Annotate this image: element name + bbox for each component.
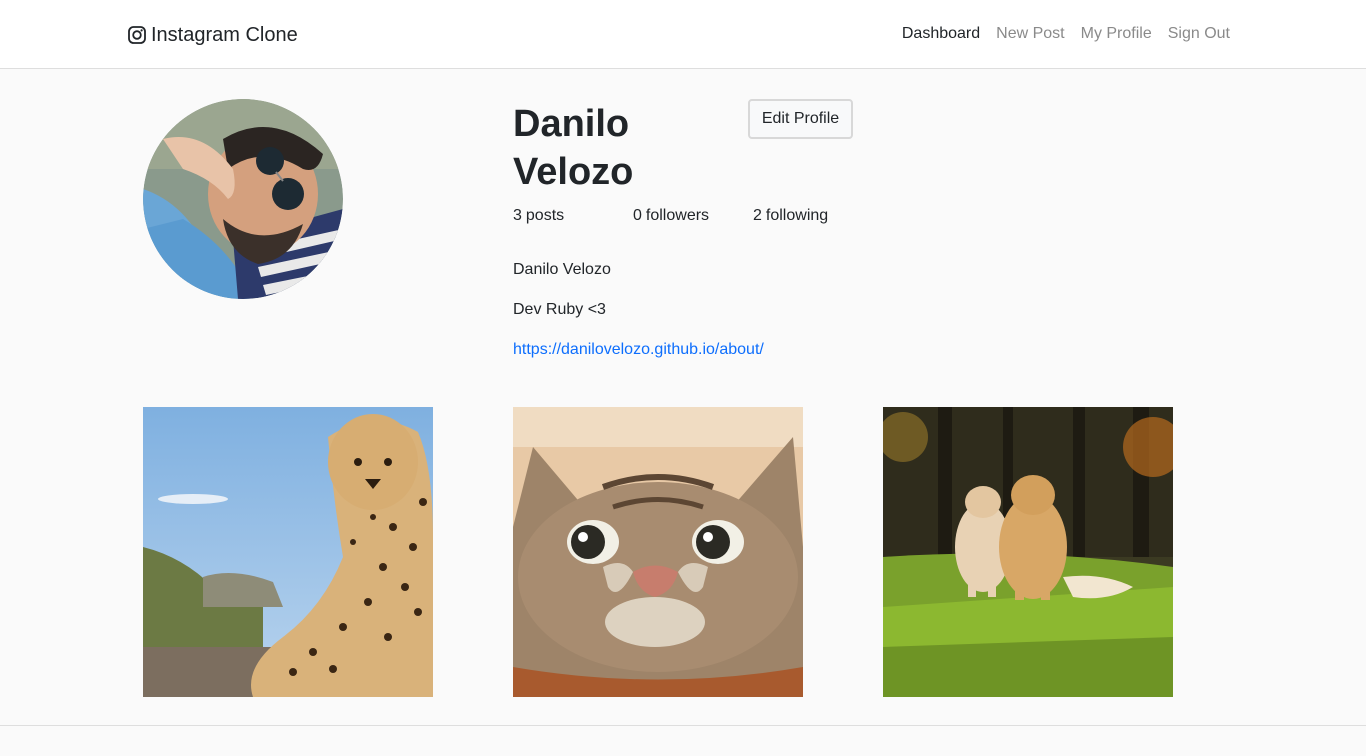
- post-thumbnail-cheetah[interactable]: [143, 407, 433, 697]
- instagram-icon: [128, 26, 146, 44]
- posts-stat: 3 posts: [513, 206, 564, 226]
- followers-stat[interactable]: 0 followers: [633, 206, 709, 226]
- followers-label: followers: [645, 207, 710, 224]
- website-link[interactable]: https://danilovelozo.github.io/about/: [513, 340, 764, 360]
- posts-label: posts: [525, 207, 565, 224]
- bio-description: Dev Ruby <3: [513, 301, 606, 318]
- edit-profile-button[interactable]: Edit Profile: [748, 99, 853, 139]
- brand-link[interactable]: Instagram Clone: [128, 22, 298, 48]
- navbar: Instagram Clone Dashboard New Post My Pr…: [0, 0, 1366, 69]
- post-thumbnail-dogs[interactable]: [883, 407, 1173, 697]
- profile-name: Danilo Velozo: [513, 103, 634, 193]
- nav-sign-out[interactable]: Sign Out: [1168, 24, 1230, 44]
- following-count: 2: [753, 207, 762, 224]
- following-stat[interactable]: 2 following: [753, 206, 828, 226]
- following-label: following: [765, 207, 829, 224]
- post-thumbnail-cat[interactable]: [513, 407, 803, 697]
- brand-name: Instagram Clone: [151, 23, 298, 46]
- followers-count: 0: [633, 207, 642, 224]
- nav-my-profile[interactable]: My Profile: [1081, 24, 1152, 44]
- nav-dashboard[interactable]: Dashboard: [902, 24, 980, 44]
- nav-links: Dashboard New Post My Profile Sign Out: [902, 24, 1230, 44]
- nav-new-post[interactable]: New Post: [996, 24, 1064, 44]
- footer-divider: [0, 725, 1366, 726]
- posts-count: 3: [513, 207, 522, 224]
- avatar: [143, 99, 343, 299]
- bio-name: Danilo Velozo: [513, 261, 611, 278]
